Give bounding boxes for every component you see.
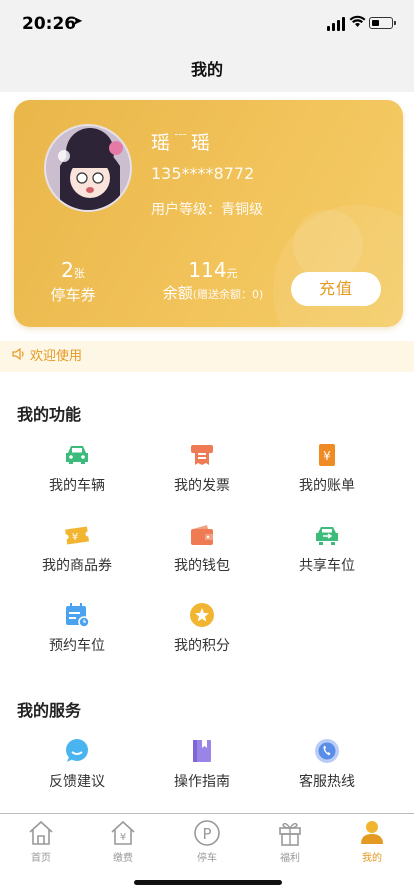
- profile-icon: [361, 821, 383, 844]
- functions-section-title: 我的功能: [17, 405, 82, 424]
- home-icon: [29, 820, 53, 845]
- my-product-coupons-item[interactable]: ¥ 我的商品券: [12, 521, 142, 575]
- my-vehicles-label: 我的车辆: [49, 478, 105, 494]
- card-decoration: [293, 210, 363, 280]
- page-title: 我的: [0, 48, 414, 92]
- parking-icon: P: [194, 820, 220, 846]
- tab-payment[interactable]: ¥ 缴费: [93, 818, 153, 864]
- payment-icon: ¥: [111, 820, 135, 845]
- svg-text:¥: ¥: [323, 449, 331, 463]
- status-bar: 20:26 ➤: [0, 0, 414, 48]
- feedback-label: 反馈建议: [49, 774, 105, 790]
- wifi-icon: [349, 14, 366, 32]
- speaker-icon: [12, 341, 30, 372]
- balance-label: 余额: [162, 284, 193, 302]
- tab-mine[interactable]: 我的: [342, 818, 402, 864]
- guide-book-icon: [193, 740, 211, 762]
- car-icon: [66, 446, 88, 464]
- coupon-icon: ¥: [65, 526, 90, 545]
- invoice-icon: [191, 445, 213, 465]
- my-product-coupons-label: 我的商品券: [42, 558, 112, 574]
- my-invoices-label: 我的发票: [174, 478, 230, 494]
- shared-parking-item[interactable]: 共享车位: [262, 521, 392, 575]
- tab-parking-label: 停车: [197, 853, 217, 864]
- my-points-item[interactable]: 我的积分: [137, 601, 267, 655]
- tab-welfare-label: 福利: [280, 853, 300, 864]
- points-star-icon: [190, 603, 214, 627]
- gift-icon: [279, 822, 301, 846]
- coupon-label: 停车券: [50, 286, 96, 304]
- svg-text:P: P: [202, 825, 211, 843]
- my-vehicles-item[interactable]: 我的车辆: [12, 441, 142, 495]
- avatar[interactable]: [44, 124, 132, 212]
- notice-text: 欢迎使用: [30, 349, 83, 364]
- reserve-calendar-icon: [66, 603, 90, 628]
- shared-parking-icon: [316, 527, 338, 545]
- bonus-balance-note: (赠送余额：0): [192, 288, 264, 301]
- hotline-phone-icon: [315, 739, 339, 763]
- balance-stat[interactable]: 114元 余额(赠送余额：0): [148, 258, 278, 303]
- shared-parking-label: 共享车位: [299, 558, 355, 574]
- location-arrow-icon: ➤: [72, 14, 83, 29]
- tab-mine-label: 我的: [362, 853, 382, 864]
- cellular-signal-icon: [327, 17, 347, 31]
- user-name: 瑶﹉瑶: [151, 132, 212, 154]
- feedback-icon: [66, 739, 88, 762]
- user-level: 用户等级：青铜级: [151, 199, 263, 219]
- reserve-parking-label: 预约车位: [49, 638, 105, 654]
- my-invoices-item[interactable]: 我的发票: [137, 441, 267, 495]
- recharge-button[interactable]: 充值: [291, 272, 381, 306]
- balance-value: 114: [188, 258, 227, 282]
- feedback-item[interactable]: 反馈建议: [12, 737, 142, 791]
- coupon-unit: 张: [73, 267, 85, 280]
- balance-unit: 元: [226, 267, 238, 280]
- my-points-label: 我的积分: [174, 638, 230, 654]
- bill-icon: ¥: [319, 444, 335, 466]
- service-hotline-item[interactable]: 客服热线: [262, 737, 392, 791]
- tab-home-label: 首页: [31, 853, 51, 864]
- tab-welfare[interactable]: 福利: [260, 818, 320, 864]
- notice-bar: 欢迎使用: [0, 341, 414, 372]
- svg-text:¥: ¥: [120, 832, 126, 843]
- tab-parking[interactable]: P 停车: [177, 818, 237, 864]
- wallet-icon: [191, 525, 213, 545]
- user-level-label: 用户等级：: [151, 202, 221, 218]
- my-bills-label: 我的账单: [299, 478, 355, 494]
- tab-payment-label: 缴费: [113, 853, 133, 864]
- home-indicator: [134, 880, 282, 885]
- operation-guide-item[interactable]: 操作指南: [137, 737, 267, 791]
- svg-text:¥: ¥: [72, 532, 78, 543]
- tab-home[interactable]: 首页: [11, 818, 71, 864]
- profile-card[interactable]: 瑶﹉瑶 135****8772 用户等级：青铜级 2张 停车券 114元 余额(…: [14, 100, 403, 327]
- battery-icon: [369, 17, 396, 29]
- user-level-value: 青铜级: [221, 202, 263, 218]
- service-hotline-label: 客服热线: [299, 774, 355, 790]
- operation-guide-label: 操作指南: [174, 774, 230, 790]
- status-time: 20:26: [22, 14, 77, 34]
- my-wallet-label: 我的钱包: [174, 558, 230, 574]
- my-bills-item[interactable]: ¥ 我的账单: [262, 441, 392, 495]
- services-section-title: 我的服务: [17, 701, 82, 720]
- reserve-parking-item[interactable]: 预约车位: [12, 601, 142, 655]
- parking-coupon-stat[interactable]: 2张 停车券: [38, 258, 108, 305]
- user-phone: 135****8772: [151, 164, 255, 183]
- coupon-count: 2: [61, 258, 74, 282]
- my-wallet-item[interactable]: 我的钱包: [137, 521, 267, 575]
